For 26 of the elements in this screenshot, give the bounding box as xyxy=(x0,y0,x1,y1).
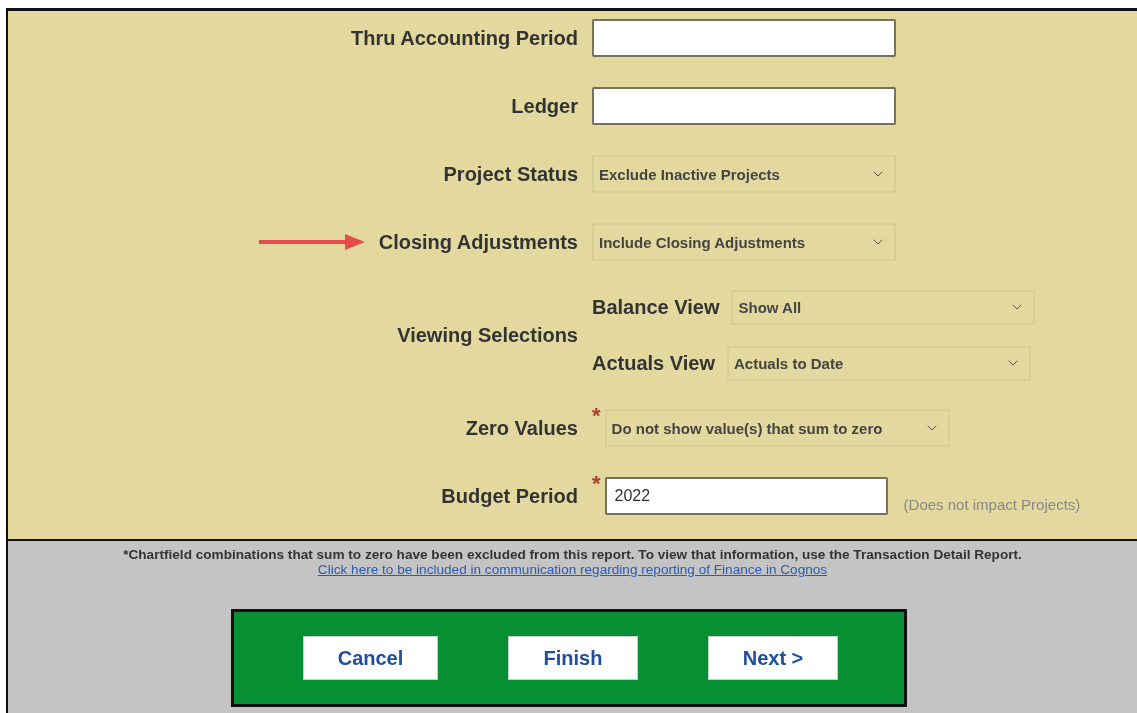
communication-link[interactable]: Click here to be included in communication regarding reporting of Finance in Cognos xyxy=(317,562,828,577)
field-label: Ledger xyxy=(511,94,578,118)
text-field[interactable]: 2022 xyxy=(604,477,888,515)
wizard-button[interactable]: Next > xyxy=(708,636,838,680)
text-field[interactable] xyxy=(592,19,896,57)
dropdown[interactable]: Show All xyxy=(731,289,1036,325)
field-label: Actuals View xyxy=(592,351,716,375)
wizard-button[interactable]: Finish xyxy=(508,636,638,680)
arrow-icon xyxy=(258,233,365,251)
dropdown[interactable]: Do not show value(s) that sum to zero xyxy=(604,409,950,447)
text-field[interactable] xyxy=(592,87,896,125)
field-label: Closing Adjustments xyxy=(378,230,578,254)
field-label: Zero Values xyxy=(465,416,578,440)
field-label: Balance View xyxy=(592,295,720,319)
required-asterisk: * xyxy=(592,405,601,427)
field-label: Project Status xyxy=(443,162,578,186)
required-asterisk: * xyxy=(592,473,601,495)
field-label: Viewing Selections xyxy=(397,323,578,347)
field-label: Thru Accounting Period xyxy=(350,26,578,50)
hint-text: (Does not impact Projects) xyxy=(903,496,1081,513)
dropdown[interactable]: Include Closing Adjustments xyxy=(592,223,896,261)
dropdown[interactable]: Exclude Inactive Projects xyxy=(592,155,896,193)
field-label: Budget Period xyxy=(441,484,578,508)
dropdown[interactable]: Actuals to Date xyxy=(727,345,1032,381)
wizard-button[interactable]: Cancel xyxy=(303,636,438,680)
notice-text: *Chartfield combinations that sum to zero have been excluded from this report. To view that information, use the Transaction Detail Report. xyxy=(123,547,1022,562)
